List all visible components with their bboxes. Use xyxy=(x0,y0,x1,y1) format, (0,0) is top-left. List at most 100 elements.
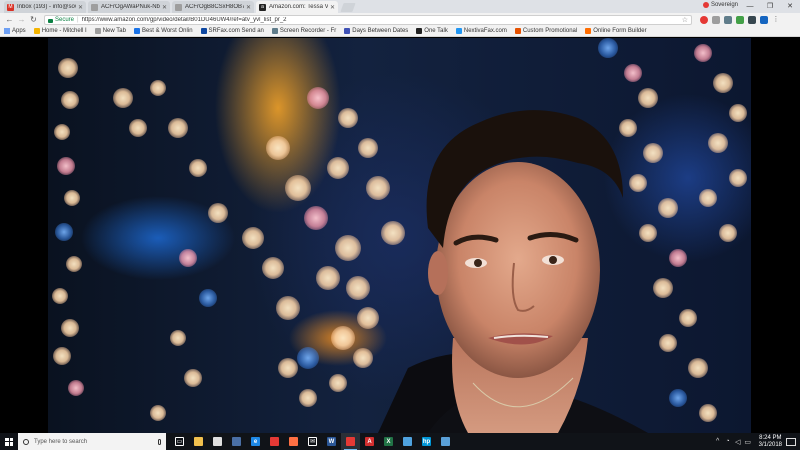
tab-document-1[interactable]: ACFrOgAWaPNuk-NbAC ✕ xyxy=(88,1,170,13)
start-button[interactable] xyxy=(0,433,18,450)
bookmark-item[interactable]: Best & Worst Onlin xyxy=(133,28,193,34)
taskbar-app[interactable]: ▭ xyxy=(170,433,189,450)
bookmark-item[interactable]: Screen Recorder - Fr xyxy=(271,28,336,34)
bookmark-item[interactable]: Days Between Dates xyxy=(344,28,408,34)
file-explorer-icon xyxy=(194,437,203,446)
tab-document-2[interactable]: ACFrOgB8CSxH8OB7b ✕ xyxy=(172,1,254,13)
edge-icon: e xyxy=(251,437,260,446)
bookmark-label: New Tab xyxy=(102,28,126,34)
adblock-icon[interactable] xyxy=(700,15,708,24)
microphone-icon[interactable] xyxy=(158,438,161,445)
close-window-icon[interactable]: ✕ xyxy=(780,0,800,12)
bookmark-label: Home - Mitchell I xyxy=(41,28,87,34)
windows-taskbar: Type here to search ▭ e ✉ W A Xhp ^ ◔ ◁ ▭ 8:2… xyxy=(0,433,800,450)
taskbar-app[interactable]: W xyxy=(322,433,341,450)
bookmark-apps[interactable]: Apps xyxy=(4,28,26,34)
taskbar-app[interactable]: ✉ xyxy=(303,433,322,450)
close-icon[interactable]: ✕ xyxy=(162,4,167,11)
secure-label: Secure xyxy=(55,16,75,23)
bookmark-item[interactable]: NextivaFax.com xyxy=(455,28,507,34)
clock-time: 8:24 PM xyxy=(759,434,782,441)
firefox-icon xyxy=(289,437,298,446)
bookmark-favicon-icon xyxy=(33,28,40,34)
tab-gmail-inbox[interactable]: M Inbox (193) - info@sov ✕ xyxy=(4,1,86,13)
lock-icon xyxy=(48,18,53,23)
taskbar-app[interactable] xyxy=(208,433,227,450)
minimize-icon[interactable]: — xyxy=(740,0,760,12)
bookmark-favicon-icon xyxy=(455,28,462,34)
divider: | xyxy=(77,16,79,23)
extension-icon[interactable] xyxy=(712,15,720,24)
bookmark-label: Online Form Builder xyxy=(593,28,647,34)
apps-grid-icon xyxy=(4,28,10,34)
tab-title: ACFrOgAWaPNuk-NbAC xyxy=(101,4,160,10)
taskbar-app[interactable] xyxy=(189,433,208,450)
close-icon[interactable]: ✕ xyxy=(78,4,83,11)
taskbar-app[interactable] xyxy=(398,433,417,450)
bookmark-label: Days Between Dates xyxy=(352,28,409,34)
forward-icon[interactable]: → xyxy=(16,14,27,25)
profile-avatar-icon xyxy=(702,2,709,8)
taskbar-app[interactable]: hp xyxy=(417,433,436,450)
calculator-icon xyxy=(232,437,241,446)
bookmark-star-icon[interactable]: ☆ xyxy=(682,16,688,24)
bookmark-label: Apps xyxy=(12,28,26,34)
excel-icon: X xyxy=(384,437,393,446)
chrome-icon xyxy=(270,437,279,446)
bookmarks-bar: Apps Home - Mitchell I New Tab Best & Wors… xyxy=(0,26,800,37)
keyboard-icon[interactable]: ▭ xyxy=(743,438,753,446)
taskbar-app[interactable]: X xyxy=(379,433,398,450)
taskbar-app[interactable] xyxy=(436,433,455,450)
extension-icon[interactable] xyxy=(760,15,768,24)
hp-icon: hp xyxy=(422,437,431,446)
action-center-icon[interactable] xyxy=(786,437,796,446)
extension-icon[interactable] xyxy=(736,15,744,24)
taskbar-app[interactable] xyxy=(227,433,246,450)
extension-icon[interactable] xyxy=(724,15,732,24)
new-tab-button[interactable] xyxy=(340,3,356,12)
bookmark-label: Best & Worst Onlin xyxy=(141,28,193,34)
extensions: ⋮ xyxy=(696,15,780,24)
volume-icon[interactable]: ◁ xyxy=(733,438,743,446)
bookmark-item[interactable]: One Talk xyxy=(416,28,448,34)
chevron-up-icon[interactable]: ^ xyxy=(713,438,723,445)
taskbar-app[interactable] xyxy=(284,433,303,450)
video-frame xyxy=(48,38,751,433)
taskbar-search[interactable]: Type here to search xyxy=(18,433,166,450)
bookmark-item[interactable]: Home - Mitchell I xyxy=(33,28,87,34)
tab-amazon[interactable]: a Amazon.com: Tessa V ✕ xyxy=(256,1,338,13)
wifi-icon[interactable]: ◔ xyxy=(723,438,733,445)
taskbar-app[interactable] xyxy=(341,433,360,450)
taskbar-app[interactable] xyxy=(265,433,284,450)
profile-button[interactable]: Sovereign xyxy=(702,2,738,8)
task-view-icon: ▭ xyxy=(175,437,184,446)
bookmark-item[interactable]: SRFax.com Send an xyxy=(200,28,264,34)
clock[interactable]: 8:24 PM 3/1/2018 xyxy=(759,435,782,449)
bookmark-item[interactable]: Online Form Builder xyxy=(585,28,647,34)
bookmark-favicon-icon xyxy=(133,28,140,34)
bookmark-label: SRFax.com Send an xyxy=(208,28,264,34)
extension-icon[interactable] xyxy=(748,15,756,24)
bookmark-label: Custom Promotional xyxy=(522,28,578,34)
secure-indicator[interactable]: Secure xyxy=(48,17,74,23)
doc-icon xyxy=(175,3,182,11)
pinned-apps: ▭ e ✉ W A Xhp xyxy=(170,433,455,450)
bookmark-item[interactable]: New Tab xyxy=(94,28,126,34)
reload-icon[interactable]: ↻ xyxy=(28,14,39,25)
bookmark-label: One Talk xyxy=(424,28,448,34)
maximize-icon[interactable]: ❐ xyxy=(760,0,780,12)
bookmark-item[interactable]: Custom Promotional xyxy=(514,28,578,34)
menu-icon[interactable]: ⋮ xyxy=(772,16,780,24)
bookmark-favicon-icon xyxy=(344,28,351,34)
back-icon[interactable]: ← xyxy=(4,14,15,25)
close-icon[interactable]: ✕ xyxy=(330,4,335,11)
taskbar-app[interactable]: e xyxy=(246,433,265,450)
gmail-icon: M xyxy=(7,3,14,11)
close-icon[interactable]: ✕ xyxy=(246,4,251,11)
bookmark-label: NextivaFax.com xyxy=(463,28,507,34)
taskbar-app[interactable]: A xyxy=(360,433,379,450)
address-bar[interactable]: Secure | https://www.amazon.com/gp/video… xyxy=(44,14,692,25)
search-placeholder: Type here to search xyxy=(34,438,88,445)
bookmark-favicon-icon xyxy=(200,28,207,34)
video-player[interactable] xyxy=(0,38,800,433)
